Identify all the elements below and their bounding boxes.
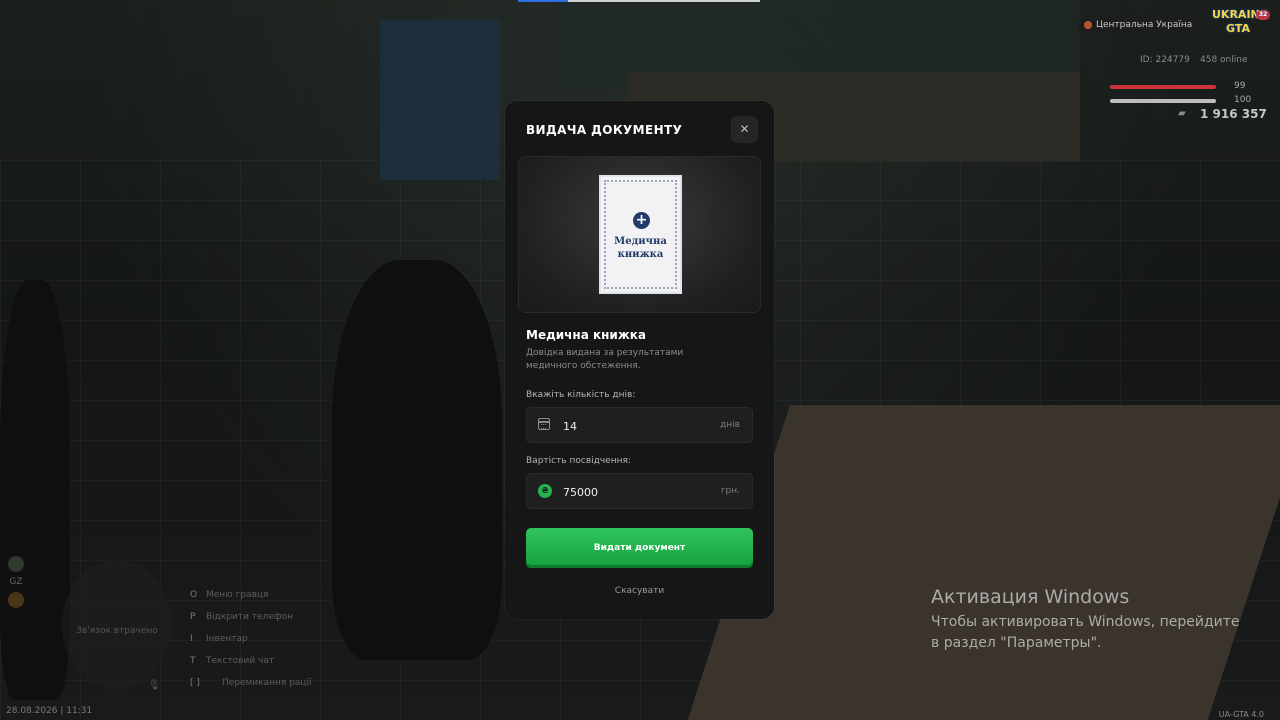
cost-field-label: Вартість посвідчення: (526, 456, 631, 466)
hotkey-key: P (190, 612, 196, 622)
microphone-icon: 🎙 (148, 680, 161, 691)
hud-armor-value: 100 (1234, 95, 1252, 105)
document-description: Довідка видана за результатами медичного… (526, 348, 684, 371)
hud-region: Центральна Україна (1078, 16, 1202, 34)
hud-side-icons: GZ (8, 556, 28, 610)
document-card-label: Медична книжка (601, 235, 680, 261)
hotkey-key: I (190, 634, 193, 644)
hud-logo-badge: 32 (1256, 10, 1270, 20)
minimap-status: Зв'язок втрачено (76, 626, 158, 636)
hotkey-label: Перемикання рації (222, 678, 312, 688)
game-info-board (380, 20, 500, 180)
hud-health-value: 99 (1234, 81, 1246, 91)
document-card-label-line2: книжка (617, 249, 664, 260)
status-icon (8, 592, 24, 608)
hud-logo: UKRAINE GTA 32 (1212, 8, 1270, 42)
days-field-label: Вкажіть кількість днів: (526, 390, 636, 400)
close-button[interactable]: ✕ (731, 116, 758, 143)
hotkey-label: Інвентар (206, 634, 248, 644)
cost-field[interactable]: ₴ грн. (526, 473, 753, 510)
document-preview: + Медична книжка (518, 156, 761, 313)
gz-icon: GZ (9, 577, 23, 587)
days-unit: днів (720, 420, 740, 430)
hotkey-label: Текстовий чат (206, 656, 275, 666)
hud-armor-bar (1110, 99, 1216, 103)
hotkey-list: O Меню гравця P Відкрити телефон I Інвентар… (190, 588, 312, 698)
hud-money: 1 916 357 (1200, 107, 1267, 121)
game-npc (332, 260, 502, 660)
hotkey-label: Відкрити телефон (206, 612, 294, 622)
hotkey-label: Меню гравця (206, 590, 269, 600)
hud-version: UA-GTA 4.0 (1218, 710, 1264, 719)
issue-document-button[interactable]: Видати документ (526, 528, 753, 568)
hotkey-item: T Текстовий чат (190, 654, 312, 676)
minimap: Зв'язок втрачено (62, 560, 172, 690)
document-card-image[interactable]: + Медична книжка (599, 175, 682, 294)
cost-input[interactable] (561, 474, 705, 510)
hotkey-item: O Меню гравця (190, 588, 312, 610)
hud-region-label: Центральна Україна (1096, 20, 1193, 30)
hud-health-bar (1110, 85, 1216, 89)
hotkey-key: O (190, 590, 198, 600)
modal-title: ВИДАЧА ДОКУМЕНТУ (526, 123, 683, 137)
status-icon (8, 556, 24, 572)
document-card-label-line1: Медична (614, 236, 667, 247)
windows-activation-title: Активация Windows (931, 586, 1130, 608)
game-npc (0, 280, 70, 700)
days-input[interactable] (561, 408, 705, 444)
hotkey-item: P Відкрити телефон (190, 610, 312, 632)
hotkey-key: [ ] (190, 678, 200, 688)
plus-icon: + (633, 212, 650, 229)
document-name: Медична книжка (526, 328, 647, 342)
hud-datetime: 28.08.2026 | 11:31 (6, 706, 93, 716)
close-icon: ✕ (739, 122, 750, 136)
hotkey-item: I Інвентар (190, 632, 312, 654)
hud-logo-line2: GTA (1226, 22, 1250, 35)
hotkey-key: T (190, 656, 196, 666)
hotkey-item: [ ] Перемикання рації (190, 676, 312, 698)
money-icon: ▰ (1178, 108, 1186, 119)
windows-activation-text: Чтобы активировать Windows, перейдите в … (931, 614, 1240, 651)
issue-document-modal: ВИДАЧА ДОКУМЕНТУ ✕ + Медична книжка Меди… (505, 101, 774, 619)
hud-online-count: 458 online (1200, 55, 1248, 65)
top-progress-bar (518, 0, 760, 2)
cancel-button[interactable]: Скасувати (505, 586, 774, 596)
hud-player-id: ID: 224779 (1140, 55, 1190, 65)
cost-unit: грн. (720, 486, 740, 496)
windows-activation-watermark: Активация Windows Чтобы активировать Win… (931, 586, 1241, 654)
calendar-icon (538, 418, 550, 430)
hryvnia-coin-icon: ₴ (538, 484, 552, 498)
days-field[interactable]: днів (526, 407, 753, 444)
